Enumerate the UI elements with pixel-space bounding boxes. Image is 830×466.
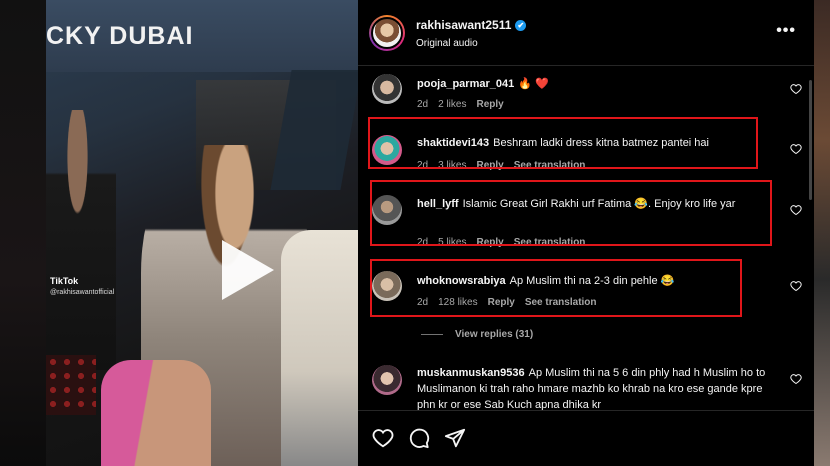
author-username-row[interactable]: rakhisawant2511 ✔: [416, 18, 527, 32]
author-avatar[interactable]: [369, 15, 405, 51]
author-username[interactable]: rakhisawant2511: [416, 18, 511, 32]
left-backdrop: [0, 0, 46, 466]
comment-icon[interactable]: [408, 427, 430, 449]
video-sign-text: CKY DUBAI: [46, 22, 194, 50]
highlight-box: [368, 117, 758, 169]
video-singer-legs: [101, 360, 211, 466]
heart-icon[interactable]: [790, 83, 802, 95]
comment-avatar[interactable]: [372, 365, 402, 395]
comment-username[interactable]: muskanmuskan9536: [417, 367, 525, 379]
video-flowers: [46, 355, 96, 415]
verified-icon: ✔: [515, 20, 527, 31]
audio-label[interactable]: Original audio: [416, 38, 478, 49]
heart-icon[interactable]: [790, 280, 802, 292]
post-header: rakhisawant2511 ✔ Original audio •••: [358, 0, 814, 66]
view-replies-line: [421, 333, 443, 335]
more-icon[interactable]: •••: [776, 22, 796, 40]
video-person-left: [46, 110, 116, 370]
heart-icon[interactable]: [790, 143, 802, 155]
heart-icon[interactable]: [790, 373, 802, 385]
reply-button[interactable]: Reply: [476, 99, 503, 110]
view-replies-label[interactable]: View replies (31): [455, 329, 533, 340]
highlight-box: [370, 180, 772, 246]
play-icon[interactable]: [222, 240, 274, 300]
highlight-box: [370, 259, 742, 317]
comment-avatar[interactable]: [372, 74, 402, 104]
video-person-right: [281, 230, 358, 466]
tiktok-watermark: TikTok @rakhisawantofficial: [50, 276, 114, 296]
heart-icon[interactable]: [790, 204, 802, 216]
tiktok-handle: @rakhisawantofficial: [50, 289, 115, 296]
author-avatar-image: [371, 17, 403, 49]
comment-age: 2d: [417, 99, 429, 110]
heart-icon[interactable]: [372, 427, 394, 449]
view-replies-button[interactable]: View replies (31): [421, 329, 533, 340]
comment-text-row: muskanmuskan9536 Ap Muslim thi na 5 6 din…: [417, 365, 777, 410]
right-backdrop: [814, 0, 830, 466]
share-icon[interactable]: [444, 427, 466, 449]
tiktok-logo-text: TikTok: [50, 276, 79, 286]
comment-list[interactable]: pooja_parmar_041 🔥 ❤️ 2d 2 likes Reply shak…: [358, 67, 814, 410]
video-player[interactable]: CKY DUBAI TikTok @rakhisawantofficial: [46, 0, 358, 466]
post-actions-bar: [358, 410, 814, 466]
comment-meta: 2d 2 likes Reply: [417, 99, 514, 110]
comment-username[interactable]: pooja_parmar_041: [417, 78, 514, 90]
comments-scrollbar[interactable]: [809, 80, 812, 200]
comment-text-row: pooja_parmar_041 🔥 ❤️: [417, 76, 777, 92]
post-panel: rakhisawant2511 ✔ Original audio ••• pooj…: [358, 0, 814, 466]
comment-likes[interactable]: 2 likes: [438, 99, 466, 110]
comment-body: 🔥 ❤️: [518, 78, 549, 90]
